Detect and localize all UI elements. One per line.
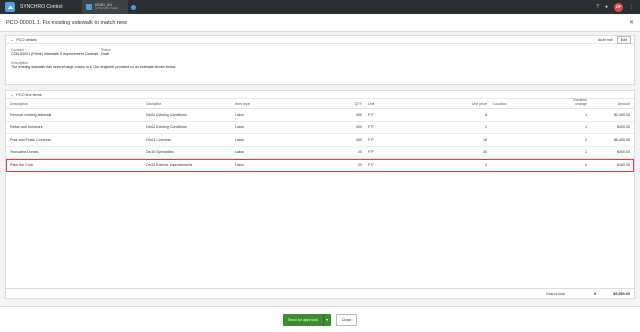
col-location[interactable]: Location [490,102,550,106]
top-bar: SYNCHRO Control DEMO_001 SYNCHRO Dash ? … [0,0,640,14]
grand-total-label: Grand total [546,291,565,296]
cell-unit-price: 6 [485,112,487,117]
grand-total-duration: 5 [594,291,597,296]
cell-item-type: Labor [235,112,245,117]
grand-total-amount: $9,980.00 [613,291,630,296]
cell-qty: 400 [356,137,362,142]
cell-duration: 0 [585,162,587,167]
col-description[interactable]: Description [6,102,143,106]
page-header: PCO-00001.1: Fix existing sidewalk to ma… [0,14,640,32]
send-for-approval-label[interactable]: Send for approval [283,314,323,326]
cell-discipline: Div03 Concrete [146,137,171,142]
description-value: The existing sidewalk has several large … [11,64,177,69]
pco-line-items-panel: ⌄ PCO line items Description Discipline … [5,90,635,299]
table-row[interactable]: Pour and Finish Concrete Div03 Concrete … [6,134,634,147]
table-header: Description Discipline Item type QTY Uni… [6,98,634,109]
table-row[interactable]: Truncated Domes Div10 Specialties Labor … [6,147,634,159]
table-row-selected[interactable]: Paint the Curb Div32 Exterior Improvemen… [6,159,634,172]
pco-details-panel: ⌄ PCO details Audit trail Edit Contract … [5,35,635,85]
pco-details-header[interactable]: ⌄ PCO details Audit trail Edit [6,35,634,44]
cell-qty: 20 [358,150,362,155]
dashboard-icon [130,4,136,10]
col-discipline[interactable]: Discipline [143,102,232,106]
cell-unit: FT² [368,137,374,142]
cell-unit: FT² [368,112,374,117]
contract-value: CON-00001 (Prime) Interstate 5 improveme… [11,52,99,57]
dashboard-tab[interactable] [128,0,138,14]
cell-qty: 20 [358,162,362,167]
cell-amount: $400.00 [617,125,630,130]
close-button[interactable]: Close [335,313,358,326]
app-logo-icon[interactable] [5,2,15,12]
audit-trail-link[interactable]: Audit trail [598,38,613,42]
cell-unit-price: 16 [483,137,487,142]
col-duration-change[interactable]: Duration change [550,98,590,106]
cell-discipline: Div02 Existing Conditions [146,112,187,117]
cell-qty: 400 [356,125,362,130]
cell-description: Pour and Finish Concrete [10,137,51,142]
pco-line-items-header[interactable]: ⌄ PCO line items [6,91,634,99]
close-icon[interactable]: ✕ [629,19,634,26]
status-value: Draft [101,52,109,57]
table-row[interactable]: Remove existing sidewalk Div02 Existing … [6,109,634,122]
cell-duration: 1 [585,125,587,130]
cell-item-type: Labor [235,125,245,130]
grand-total-row: Grand total 5 $9,980.00 [6,288,634,298]
help-icon[interactable]: ? [596,4,599,10]
cell-amount: $180.00 [617,162,630,167]
cell-discipline: Div10 Specialties [146,150,174,155]
line-items-table: Description Discipline Item type QTY Uni… [6,98,634,172]
section-title: PCO details [16,37,37,42]
cell-unit: FT² [368,125,374,130]
cell-description: Rebar and formwork [10,125,43,130]
project-tab[interactable]: DEMO_001 SYNCHRO Dash [82,0,128,14]
col-item-type[interactable]: Item type [232,102,320,106]
chevron-down-icon: ⌄ [10,37,14,42]
col-qty[interactable]: QTY [320,102,365,106]
cell-item-type: Labor [235,150,245,155]
cell-duration: 1 [585,112,587,117]
cell-description: Paint the Curb [10,162,33,167]
cell-unit-price: 4 [485,162,487,167]
chevron-down-icon: ⌄ [10,92,14,97]
cell-unit-price: 1 [485,125,487,130]
cell-item-type: Labor [235,162,245,167]
cell-description: Remove existing sidewalk [10,112,52,117]
chevron-down-icon[interactable]: ▼ [322,313,331,326]
cell-discipline: Div02 Existing Conditions [146,125,187,130]
cell-item-type: Labor [235,137,245,142]
send-for-approval-button[interactable]: Send for approval ▼ [282,313,331,326]
apps-grid-icon[interactable]: ⋮ [629,4,634,10]
project-icon [86,4,92,10]
footer-actions: Send for approval ▼ Close [0,306,640,332]
cell-unit: FT² [368,162,374,167]
cell-amount: $400.00 [617,150,630,155]
page-title: PCO-00001.1: Fix existing sidewalk to ma… [6,19,128,26]
cell-unit-price: 20 [483,150,487,155]
col-unit-price[interactable]: Unit price [410,102,490,106]
cell-amount: $2,400.00 [614,112,630,117]
cell-qty: 400 [356,112,362,117]
user-avatar[interactable]: DP [614,2,623,12]
notifications-icon[interactable]: ● [605,4,608,10]
edit-button[interactable]: Edit [616,35,631,44]
app-title[interactable]: SYNCHRO Control [20,4,82,10]
cell-discipline: Div32 Exterior Improvements [146,162,193,167]
col-unit[interactable]: Unit [365,102,410,106]
col-duration-line2: change [575,102,587,106]
table-row[interactable]: Rebar and formwork Div02 Existing Condit… [6,122,634,134]
col-amount[interactable]: Amount [590,102,634,106]
cell-duration: 1 [585,150,587,155]
cell-duration: 2 [585,137,587,142]
cell-description: Truncated Domes [10,150,39,155]
cell-amount: $6,400.00 [614,137,630,142]
cell-unit: FT² [368,150,374,155]
section-title: PCO line items [16,92,42,97]
project-subtitle: SYNCHRO Dash [95,6,118,11]
